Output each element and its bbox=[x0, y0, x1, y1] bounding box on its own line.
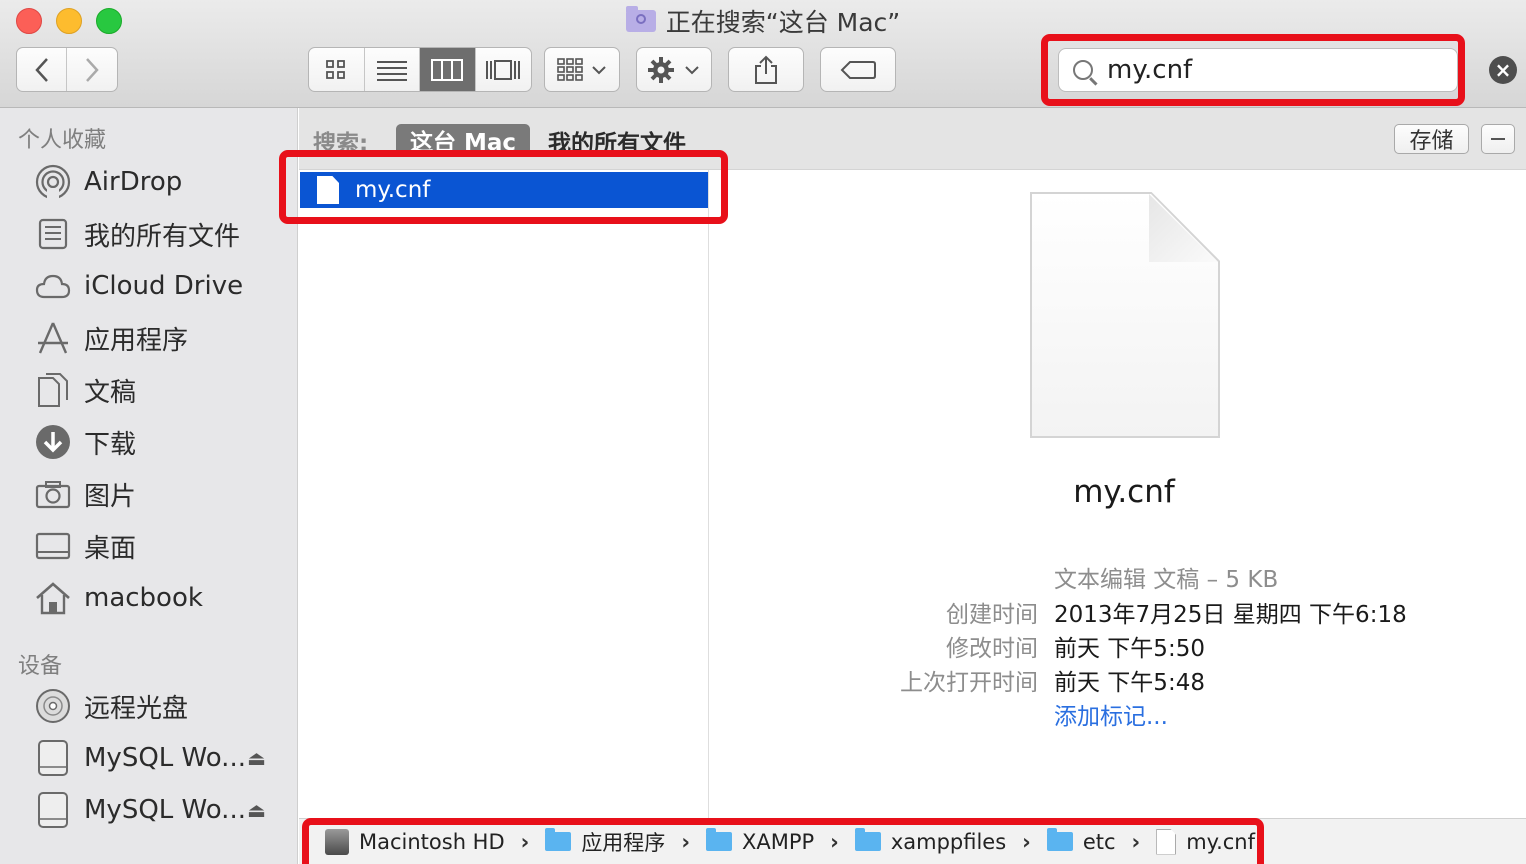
icon-view-icon bbox=[326, 59, 346, 79]
chevron-right-icon bbox=[86, 57, 99, 82]
sidebar-item-label: 文稿 bbox=[84, 377, 137, 408]
action-menu-button[interactable] bbox=[636, 47, 712, 92]
sidebar-item-mysql-workbench-2[interactable]: MySQL Wo... ⏏ bbox=[34, 790, 292, 830]
window-title: 正在搜索“这台 Mac” bbox=[0, 4, 1526, 38]
window-title-text: 正在搜索“这台 Mac” bbox=[665, 8, 901, 37]
sidebar: 个人收藏 AirDrop 我的所有文件 iCloud Drive 应用程序 文稿… bbox=[0, 108, 298, 864]
view-mode-switcher bbox=[308, 47, 532, 92]
file-preview-pane: my.cnf 文本编辑 文稿 – 5 KB 创建时间 2013年7月25日 星期… bbox=[710, 170, 1526, 818]
cover-flow-icon bbox=[486, 59, 521, 80]
column-view-icon bbox=[431, 58, 464, 81]
devices-header: 设备 bbox=[18, 654, 63, 679]
downloads-icon bbox=[34, 423, 72, 461]
applications-icon bbox=[34, 319, 72, 357]
desktop-icon bbox=[34, 527, 72, 565]
modified-label: 修改时间 bbox=[946, 636, 1038, 662]
sidebar-item-remote-disc[interactable]: 远程光盘 bbox=[34, 686, 292, 726]
tag-icon bbox=[840, 60, 876, 79]
last-opened-value: 前天 下午5:48 bbox=[1054, 670, 1205, 696]
cover-flow-view-button[interactable] bbox=[476, 48, 532, 91]
sidebar-item-desktop[interactable]: 桌面 bbox=[34, 526, 292, 566]
add-tags-link[interactable]: 添加标记... bbox=[1054, 697, 1168, 731]
sidebar-item-label: macbook bbox=[84, 583, 203, 613]
sidebar-item-home[interactable]: macbook bbox=[34, 578, 292, 618]
favorites-header: 个人收藏 bbox=[18, 128, 107, 153]
close-icon: × bbox=[1494, 58, 1512, 82]
documents-icon bbox=[34, 371, 72, 409]
sidebar-item-label: 应用程序 bbox=[84, 325, 189, 356]
arrange-icon bbox=[557, 57, 606, 81]
finder-window: 正在搜索“这台 Mac” my.cnf × 个人收藏 AirDrop 我的所有文… bbox=[0, 0, 1526, 864]
file-kind-size: 文本编辑 文稿 – 5 KB bbox=[1054, 567, 1279, 593]
created-value: 2013年7月25日 星期四 下午6:18 bbox=[1054, 602, 1407, 628]
chevron-left-icon bbox=[34, 57, 48, 82]
tags-button[interactable] bbox=[820, 47, 896, 92]
sidebar-item-all-my-files[interactable]: 我的所有文件 bbox=[34, 214, 292, 254]
airdrop-icon bbox=[34, 163, 72, 201]
sidebar-item-downloads[interactable]: 下载 bbox=[34, 422, 292, 462]
home-icon bbox=[34, 579, 72, 617]
remove-criteria-button[interactable] bbox=[1481, 124, 1515, 154]
list-view-button[interactable] bbox=[365, 48, 420, 91]
sidebar-item-label: 图片 bbox=[84, 481, 137, 512]
share-button[interactable] bbox=[728, 47, 804, 92]
eject-icon[interactable]: ⏏ bbox=[247, 798, 266, 822]
document-large-icon bbox=[1032, 194, 1218, 436]
last-opened-label: 上次打开时间 bbox=[900, 670, 1038, 696]
highlight-search-box bbox=[1041, 34, 1465, 106]
all-files-icon bbox=[34, 215, 72, 253]
minus-icon bbox=[1491, 138, 1505, 140]
sidebar-item-documents[interactable]: 文稿 bbox=[34, 370, 292, 410]
search-results-column: my.cnf bbox=[299, 170, 709, 818]
arrange-button[interactable] bbox=[544, 47, 620, 92]
list-view-icon bbox=[376, 60, 407, 81]
sidebar-item-airdrop[interactable]: AirDrop bbox=[34, 162, 292, 202]
nav-buttons bbox=[16, 47, 118, 92]
gear-icon bbox=[648, 56, 699, 83]
drive-icon bbox=[34, 739, 72, 777]
sidebar-item-applications[interactable]: 应用程序 bbox=[34, 318, 292, 358]
sidebar-item-label: 我的所有文件 bbox=[84, 221, 241, 252]
drive-icon bbox=[34, 791, 72, 829]
highlight-path-bar bbox=[302, 818, 1264, 864]
sidebar-item-label: iCloud Drive bbox=[84, 271, 244, 301]
sidebar-item-label: MySQL Wo... bbox=[84, 795, 246, 825]
sidebar-item-label: 远程光盘 bbox=[84, 693, 189, 724]
sidebar-item-icloud-drive[interactable]: iCloud Drive bbox=[34, 266, 292, 306]
forward-button[interactable] bbox=[67, 48, 117, 91]
sidebar-item-label: 桌面 bbox=[84, 533, 137, 564]
icon-view-button[interactable] bbox=[309, 48, 365, 91]
column-view-button[interactable] bbox=[420, 48, 476, 91]
save-search-button[interactable]: 存储 bbox=[1394, 124, 1469, 154]
created-label: 创建时间 bbox=[946, 602, 1038, 628]
sidebar-item-label: AirDrop bbox=[84, 167, 183, 197]
back-button[interactable] bbox=[17, 48, 68, 91]
clear-search-button[interactable]: × bbox=[1489, 56, 1517, 84]
sidebar-item-pictures[interactable]: 图片 bbox=[34, 474, 292, 514]
cloud-icon bbox=[34, 267, 72, 305]
smart-folder-icon bbox=[625, 6, 656, 32]
modified-value: 前天 下午5:50 bbox=[1054, 636, 1205, 662]
highlight-result-row bbox=[279, 150, 728, 224]
preview-file-name: my.cnf bbox=[1073, 474, 1175, 510]
share-icon bbox=[755, 55, 777, 84]
disc-icon bbox=[34, 687, 72, 725]
sidebar-item-label: MySQL Wo... bbox=[84, 743, 246, 773]
camera-icon bbox=[34, 475, 72, 513]
eject-icon[interactable]: ⏏ bbox=[247, 746, 266, 770]
sidebar-item-mysql-workbench-1[interactable]: MySQL Wo... ⏏ bbox=[34, 738, 292, 778]
sidebar-item-label: 下载 bbox=[84, 429, 137, 460]
